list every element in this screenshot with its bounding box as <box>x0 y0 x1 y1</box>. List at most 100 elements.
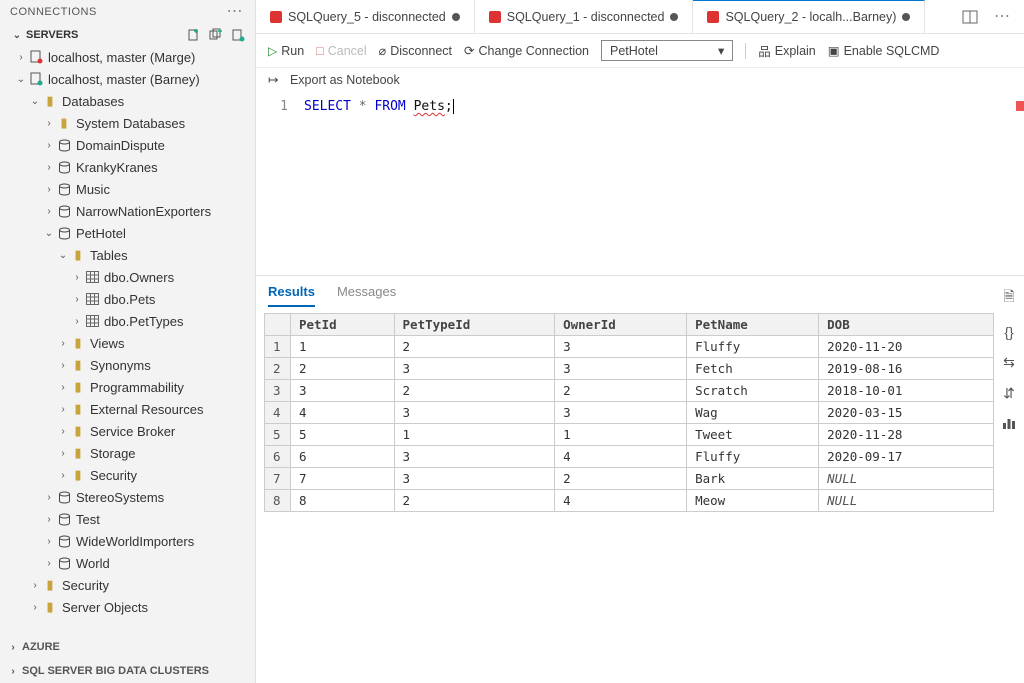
chevron-right-icon[interactable]: › <box>28 580 42 591</box>
editor-tab[interactable]: SQLQuery_1 - disconnected <box>475 0 694 33</box>
cell[interactable]: Fluffy <box>687 336 819 358</box>
split-editor-icon[interactable] <box>962 9 978 25</box>
table-row[interactable]: 5511Tweet2020-11-28 <box>265 424 994 446</box>
server-icon[interactable] <box>231 28 245 42</box>
column-header[interactable]: PetId <box>291 314 395 336</box>
chevron-right-icon[interactable]: › <box>6 666 20 677</box>
table-row[interactable]: 4433Wag2020-03-15 <box>265 402 994 424</box>
cell[interactable]: 6 <box>291 446 395 468</box>
cancel-button[interactable]: □Cancel <box>316 44 366 58</box>
cell[interactable]: 3 <box>555 402 687 424</box>
server-node[interactable]: › localhost, master (Marge) <box>0 46 255 68</box>
run-button[interactable]: ▷Run <box>268 44 304 58</box>
chevron-right-icon[interactable]: › <box>42 118 56 129</box>
chevron-right-icon[interactable]: › <box>56 382 70 393</box>
cell[interactable]: Fluffy <box>687 446 819 468</box>
cell[interactable]: 3 <box>394 402 555 424</box>
cell[interactable]: 2018-10-01 <box>819 380 994 402</box>
table-row[interactable]: 8824MeowNULL <box>265 490 994 512</box>
chevron-right-icon[interactable]: › <box>42 206 56 217</box>
cell[interactable]: 3 <box>555 336 687 358</box>
table-row[interactable]: 3322Scratch2018-10-01 <box>265 380 994 402</box>
error-marker[interactable] <box>1016 101 1024 111</box>
chevron-right-icon[interactable]: › <box>42 558 56 569</box>
db-subfolder[interactable]: ›▮Security <box>0 464 255 486</box>
cell[interactable]: Meow <box>687 490 819 512</box>
change-connection-button[interactable]: ⟳Change Connection <box>464 43 589 58</box>
database-node[interactable]: ›NarrowNationExporters <box>0 200 255 222</box>
cell[interactable]: 5 <box>291 424 395 446</box>
database-node[interactable]: ›DomainDispute <box>0 134 255 156</box>
db-subfolder[interactable]: ›▮External Resources <box>0 398 255 420</box>
database-node[interactable]: ⌄ PetHotel <box>0 222 255 244</box>
tab-messages[interactable]: Messages <box>337 284 396 307</box>
sqlcmd-button[interactable]: ▣Enable SQLCMD <box>828 43 940 58</box>
chevron-right-icon[interactable]: › <box>42 492 56 503</box>
cell[interactable]: 2 <box>555 380 687 402</box>
cell[interactable]: 1 <box>291 336 395 358</box>
chevron-right-icon[interactable]: › <box>56 426 70 437</box>
database-select[interactable]: PetHotel ▾ <box>601 40 733 61</box>
table-row[interactable]: 6634Fluffy2020-09-17 <box>265 446 994 468</box>
cell[interactable]: 2020-03-15 <box>819 402 994 424</box>
chevron-down-icon[interactable]: ⌄ <box>42 228 56 239</box>
cell[interactable]: NULL <box>819 468 994 490</box>
server-subfolder[interactable]: ›▮Server Objects <box>0 596 255 618</box>
db-subfolder[interactable]: ›▮Views <box>0 332 255 354</box>
db-subfolder[interactable]: ›▮Service Broker <box>0 420 255 442</box>
database-node[interactable]: ›Test <box>0 508 255 530</box>
column-header[interactable]: PetName <box>687 314 819 336</box>
db-subfolder[interactable]: ›▮Programmability <box>0 376 255 398</box>
cell[interactable]: 2 <box>291 358 395 380</box>
databases-folder[interactable]: ⌄ ▮ Databases <box>0 90 255 112</box>
cell[interactable]: 2 <box>394 336 555 358</box>
tab-results[interactable]: Results <box>268 284 315 307</box>
cell[interactable]: 2020-09-17 <box>819 446 994 468</box>
connections-more-icon[interactable]: ⋯ <box>225 7 246 17</box>
cell[interactable]: 3 <box>394 468 555 490</box>
cell[interactable]: 4 <box>555 446 687 468</box>
cell[interactable]: 1 <box>394 424 555 446</box>
chevron-right-icon[interactable]: › <box>70 316 84 327</box>
editor-tab[interactable]: SQLQuery_2 - localh...Barney) <box>693 0 925 33</box>
chevron-right-icon[interactable]: › <box>56 404 70 415</box>
chevron-right-icon[interactable]: › <box>42 184 56 195</box>
cell[interactable]: 4 <box>555 490 687 512</box>
cell[interactable]: 3 <box>555 358 687 380</box>
chevron-down-icon[interactable]: ⌄ <box>14 74 28 85</box>
column-header[interactable]: OwnerId <box>555 314 687 336</box>
cell[interactable]: 2 <box>394 380 555 402</box>
chevron-right-icon[interactable]: › <box>42 140 56 151</box>
database-node[interactable]: ›WideWorldImporters <box>0 530 255 552</box>
cell[interactable]: 3 <box>394 446 555 468</box>
db-subfolder[interactable]: ›▮Storage <box>0 442 255 464</box>
db-subfolder[interactable]: ›▮Synonyms <box>0 354 255 376</box>
column-header[interactable]: PetTypeId <box>394 314 555 336</box>
database-node[interactable]: ›Music <box>0 178 255 200</box>
cell[interactable]: Tweet <box>687 424 819 446</box>
cell[interactable]: 2 <box>394 490 555 512</box>
table-node[interactable]: ›dbo.Owners <box>0 266 255 288</box>
editor-tab[interactable]: SQLQuery_5 - disconnected <box>256 0 475 33</box>
cell[interactable]: Scratch <box>687 380 819 402</box>
save-json-icon[interactable]: {} <box>1004 324 1013 340</box>
column-header[interactable]: DOB <box>819 314 994 336</box>
chevron-right-icon[interactable]: › <box>42 536 56 547</box>
chevron-right-icon[interactable]: › <box>70 272 84 283</box>
cell[interactable]: Wag <box>687 402 819 424</box>
cell[interactable]: 4 <box>291 402 395 424</box>
system-db-folder[interactable]: ›▮System Databases <box>0 112 255 134</box>
sql-editor[interactable]: 1 SELECT * FROM Pets; <box>256 95 1024 275</box>
server-tree[interactable]: › localhost, master (Marge) ⌄ localhost,… <box>0 46 255 635</box>
database-node[interactable]: ›StereoSystems <box>0 486 255 508</box>
cell[interactable]: 2019-08-16 <box>819 358 994 380</box>
server-subfolder[interactable]: ›▮Security <box>0 574 255 596</box>
database-node[interactable]: ›KrankyKranes <box>0 156 255 178</box>
table-node[interactable]: ›dbo.Pets <box>0 288 255 310</box>
chevron-down-icon[interactable]: ⌄ <box>10 30 24 41</box>
cell[interactable]: NULL <box>819 490 994 512</box>
cell[interactable]: 2 <box>555 468 687 490</box>
chevron-down-icon[interactable]: ⌄ <box>56 250 70 261</box>
cell[interactable]: Bark <box>687 468 819 490</box>
chevron-right-icon[interactable]: › <box>14 52 28 63</box>
